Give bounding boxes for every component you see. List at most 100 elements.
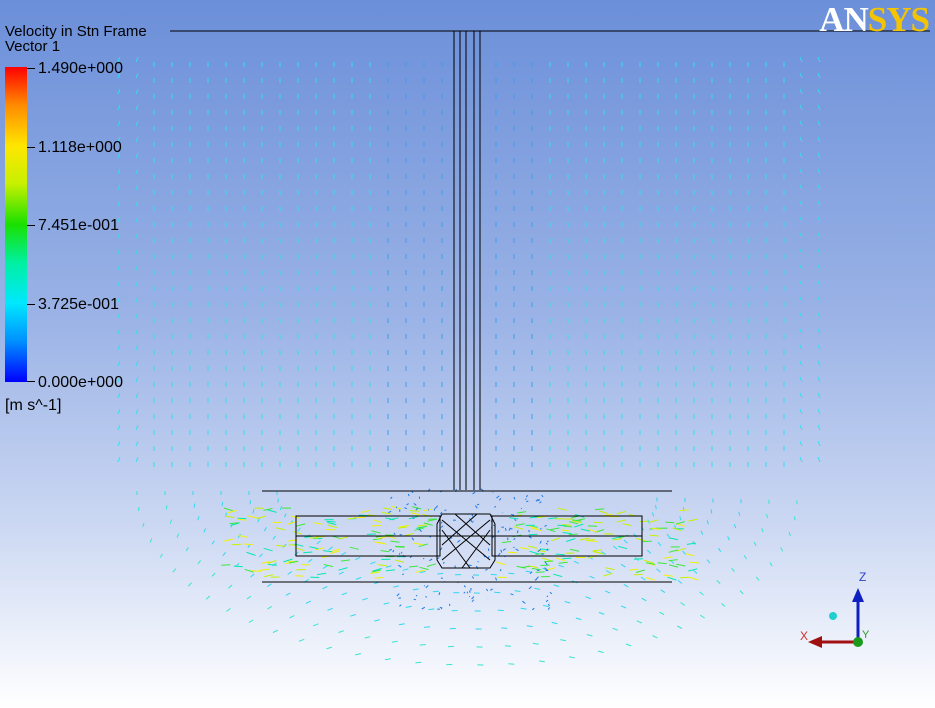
velocity-vector xyxy=(559,565,564,567)
velocity-vector xyxy=(621,564,625,567)
velocity-vector xyxy=(204,529,206,533)
velocity-vector xyxy=(206,596,210,599)
velocity-vector xyxy=(734,524,735,528)
velocity-vector xyxy=(800,249,802,254)
velocity-vector xyxy=(286,593,291,596)
velocity-vector xyxy=(118,265,120,270)
velocity-vector xyxy=(247,552,256,555)
velocity-vector xyxy=(118,201,120,206)
velocity-vector xyxy=(350,615,356,617)
velocity-vector xyxy=(355,654,361,655)
velocity-vector xyxy=(503,549,506,551)
velocity-vector xyxy=(542,558,551,561)
z-axis-arrow-icon xyxy=(852,588,864,602)
velocity-vector xyxy=(499,498,501,500)
velocity-vector xyxy=(559,562,568,563)
velocity-vector xyxy=(429,609,435,610)
velocity-vector xyxy=(516,524,525,526)
velocity-vector xyxy=(685,554,694,556)
velocity-vector xyxy=(136,281,138,286)
velocity-vector xyxy=(264,527,266,531)
velocity-vector xyxy=(494,506,495,507)
velocity-vector xyxy=(422,607,425,609)
velocity-vector xyxy=(569,657,575,658)
velocity-vector xyxy=(529,536,531,538)
velocity-vector xyxy=(323,566,328,569)
velocity-vector xyxy=(477,504,479,505)
velocity-vector xyxy=(529,534,538,535)
velocity-vector xyxy=(586,540,595,541)
velocity-vector xyxy=(511,514,514,515)
velocity-vector xyxy=(136,185,138,190)
velocity-vector xyxy=(800,297,802,302)
velocity-vector xyxy=(560,640,566,641)
velocity-vector xyxy=(464,586,466,588)
velocity-vector xyxy=(794,516,795,520)
velocity-vector xyxy=(641,577,645,580)
velocity-vector xyxy=(416,595,417,596)
velocity-vector xyxy=(530,517,539,518)
vector-plot-viewport[interactable]: Z X Y xyxy=(0,0,935,708)
velocity-vector xyxy=(680,510,689,511)
velocity-vector xyxy=(395,560,404,562)
velocity-vector xyxy=(118,169,120,174)
velocity-vector xyxy=(563,533,572,534)
velocity-vector xyxy=(800,393,802,398)
velocity-vector xyxy=(667,534,669,538)
velocity-vector xyxy=(268,565,277,566)
velocity-vector xyxy=(595,509,604,510)
velocity-vector xyxy=(800,265,802,270)
velocity-vector xyxy=(658,563,667,564)
ansys-logo: ANSYS xyxy=(819,0,929,40)
velocity-vector xyxy=(420,567,429,569)
velocity-vector xyxy=(498,610,504,611)
velocity-vector xyxy=(338,631,343,633)
velocity-vector xyxy=(306,601,311,603)
velocity-vector xyxy=(653,636,658,638)
velocity-vector xyxy=(618,546,627,548)
color-scale-bar xyxy=(5,67,27,382)
velocity-vector xyxy=(328,525,337,528)
velocity-vector xyxy=(789,532,790,536)
velocity-vector xyxy=(278,499,279,503)
velocity-vector xyxy=(604,514,613,515)
velocity-vector xyxy=(526,501,528,502)
velocity-vector xyxy=(598,651,604,653)
velocity-vector xyxy=(391,541,400,542)
velocity-vector xyxy=(258,519,260,523)
velocity-vector xyxy=(136,313,138,318)
velocity-vector xyxy=(556,554,565,555)
velocity-vector xyxy=(409,566,418,567)
velocity-vector xyxy=(508,573,514,574)
legend-tick-label: 3.725e-001 xyxy=(38,296,119,314)
velocity-vector xyxy=(393,586,399,587)
x-axis-label: X xyxy=(800,629,808,643)
velocity-vector xyxy=(530,551,539,554)
velocity-vector xyxy=(700,615,704,618)
velocity-vector xyxy=(136,217,138,222)
velocity-vector xyxy=(136,441,138,446)
velocity-vector xyxy=(118,249,120,254)
velocity-vector xyxy=(818,361,820,366)
velocity-vector xyxy=(264,548,273,551)
velocity-vector xyxy=(711,510,712,514)
velocity-vector xyxy=(317,573,326,574)
velocity-vector xyxy=(273,536,276,540)
velocity-vector xyxy=(574,524,583,527)
velocity-vector xyxy=(514,527,523,530)
velocity-vector xyxy=(552,622,558,623)
velocity-vector xyxy=(770,563,772,567)
velocity-vector xyxy=(516,549,519,551)
velocity-vector xyxy=(818,185,820,190)
velocity-vector xyxy=(818,457,820,462)
velocity-vector xyxy=(150,539,152,543)
velocity-vector xyxy=(426,586,429,588)
velocity-vector xyxy=(383,508,392,510)
velocity-vector xyxy=(491,574,497,575)
velocity-vector xyxy=(586,597,591,599)
velocity-vector xyxy=(800,105,802,110)
velocity-vector xyxy=(732,568,735,572)
velocity-vector xyxy=(118,361,120,366)
velocity-vector xyxy=(550,592,552,594)
velocity-vector xyxy=(244,544,253,545)
